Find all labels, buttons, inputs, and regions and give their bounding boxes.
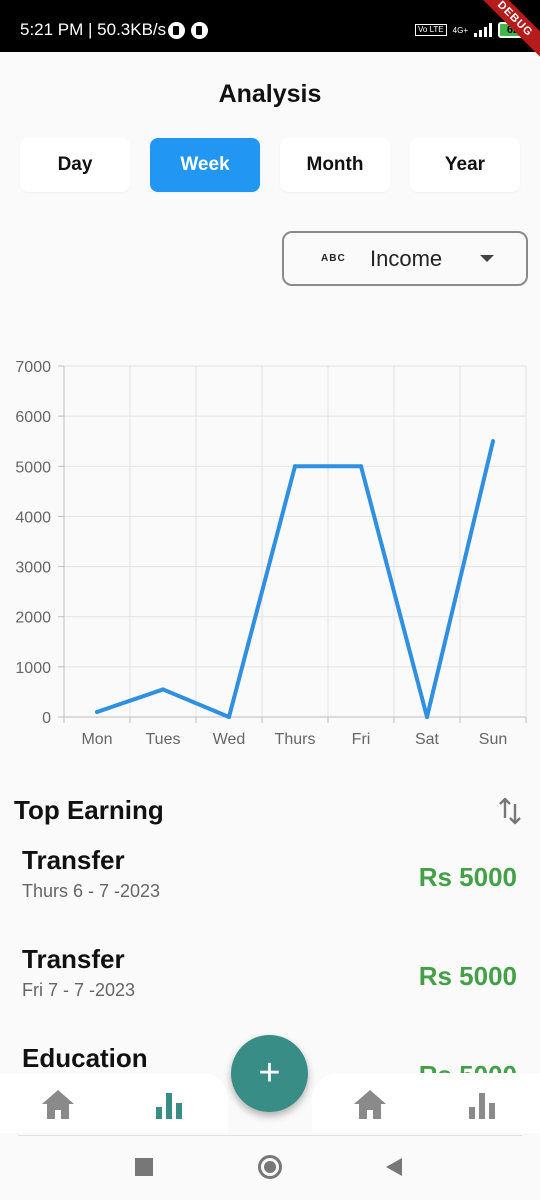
earning-amount: Rs 5000	[418, 961, 517, 991]
home-circle-icon[interactable]	[258, 1155, 282, 1179]
data-point	[293, 464, 297, 469]
signal-icon	[474, 23, 492, 37]
y-tick-label: 1000	[15, 660, 51, 677]
abc-icon: ABC	[321, 253, 346, 264]
status-bar: 5:21 PM | 50.3KB/s Vo LTE 4G+ 62 DEBUG	[0, 0, 540, 65]
bar-chart-icon	[469, 1093, 495, 1119]
earning-name: Transfer	[22, 944, 125, 974]
tab-year[interactable]: Year	[410, 138, 520, 192]
y-tick-label: 0	[42, 710, 51, 727]
x-tick-label: Sun	[479, 731, 507, 748]
notification-icon	[191, 22, 208, 39]
chart-svg: 0 1000 2000 3000 4000 5000 6000 7000 Mon Tues Wed T…	[15, 359, 527, 748]
tab-day[interactable]: Day	[20, 138, 130, 192]
back-icon[interactable]	[386, 1158, 402, 1176]
x-tick-label: Mon	[81, 731, 112, 748]
divider	[18, 1135, 522, 1136]
bar-chart-icon	[156, 1093, 182, 1119]
notification-icon	[168, 22, 185, 39]
system-navigation	[0, 1140, 540, 1200]
network-type: 4G+	[452, 25, 468, 35]
earning-name: Education	[22, 1043, 148, 1073]
data-point	[227, 715, 231, 719]
status-time-speed: 5:21 PM | 50.3KB/s	[20, 20, 167, 39]
y-tick-label: 3000	[15, 560, 51, 577]
chevron-down-icon	[480, 255, 494, 262]
volte-icon: Vo LTE	[415, 24, 447, 36]
add-transaction-button[interactable]: +	[231, 1035, 308, 1112]
nav-home-button-2[interactable]	[345, 1085, 395, 1125]
recent-apps-icon[interactable]	[135, 1158, 153, 1176]
notification-icons	[168, 22, 208, 39]
page-title: Analysis	[218, 80, 322, 108]
nav-home-button[interactable]	[33, 1085, 83, 1125]
earning-date: Thurs 6 - 7 -2023	[22, 881, 161, 901]
nav-analysis-button-2[interactable]	[458, 1085, 508, 1125]
data-point	[95, 709, 99, 714]
section-title: Top Earning	[14, 795, 164, 825]
data-point	[359, 464, 363, 469]
x-tick-label: Thurs	[275, 731, 316, 748]
earning-amount: Rs 5000	[418, 862, 517, 892]
y-tick-label: 5000	[15, 459, 51, 476]
data-point	[425, 715, 429, 719]
home-icon	[354, 1090, 386, 1119]
x-tick-label: Fri	[352, 731, 371, 748]
tab-week[interactable]: Week	[150, 138, 260, 192]
sort-arrows-icon[interactable]	[497, 796, 523, 826]
dropdown-value: Income	[370, 246, 443, 271]
x-tick-label: Wed	[213, 731, 246, 748]
earning-date: Fri 7 - 7 -2023	[22, 980, 136, 1000]
data-point	[491, 439, 495, 444]
list-item[interactable]: Transfer Fri 7 - 7 -2023 Rs 5000	[0, 934, 540, 1033]
x-tick-label: Tues	[146, 731, 181, 748]
nav-analysis-button[interactable]	[145, 1085, 195, 1125]
list-item[interactable]: Transfer Thurs 6 - 7 -2023 Rs 5000	[0, 835, 540, 934]
y-tick-label: 7000	[15, 359, 51, 376]
tab-month[interactable]: Month	[280, 138, 390, 192]
series-line	[95, 439, 495, 719]
earning-name: Transfer	[22, 845, 125, 875]
y-tick-label: 6000	[15, 409, 51, 426]
data-point	[161, 687, 165, 692]
x-tick-label: Sat	[415, 731, 440, 748]
type-dropdown[interactable]: ABC Income	[282, 231, 528, 286]
income-line-chart: 0 1000 2000 3000 4000 5000 6000 7000 Mon Tues Wed T…	[0, 350, 540, 760]
y-tick-label: 2000	[15, 610, 51, 627]
period-tabs: Day Week Month Year	[20, 138, 520, 192]
home-icon	[42, 1090, 74, 1119]
y-tick-label: 4000	[15, 509, 51, 526]
